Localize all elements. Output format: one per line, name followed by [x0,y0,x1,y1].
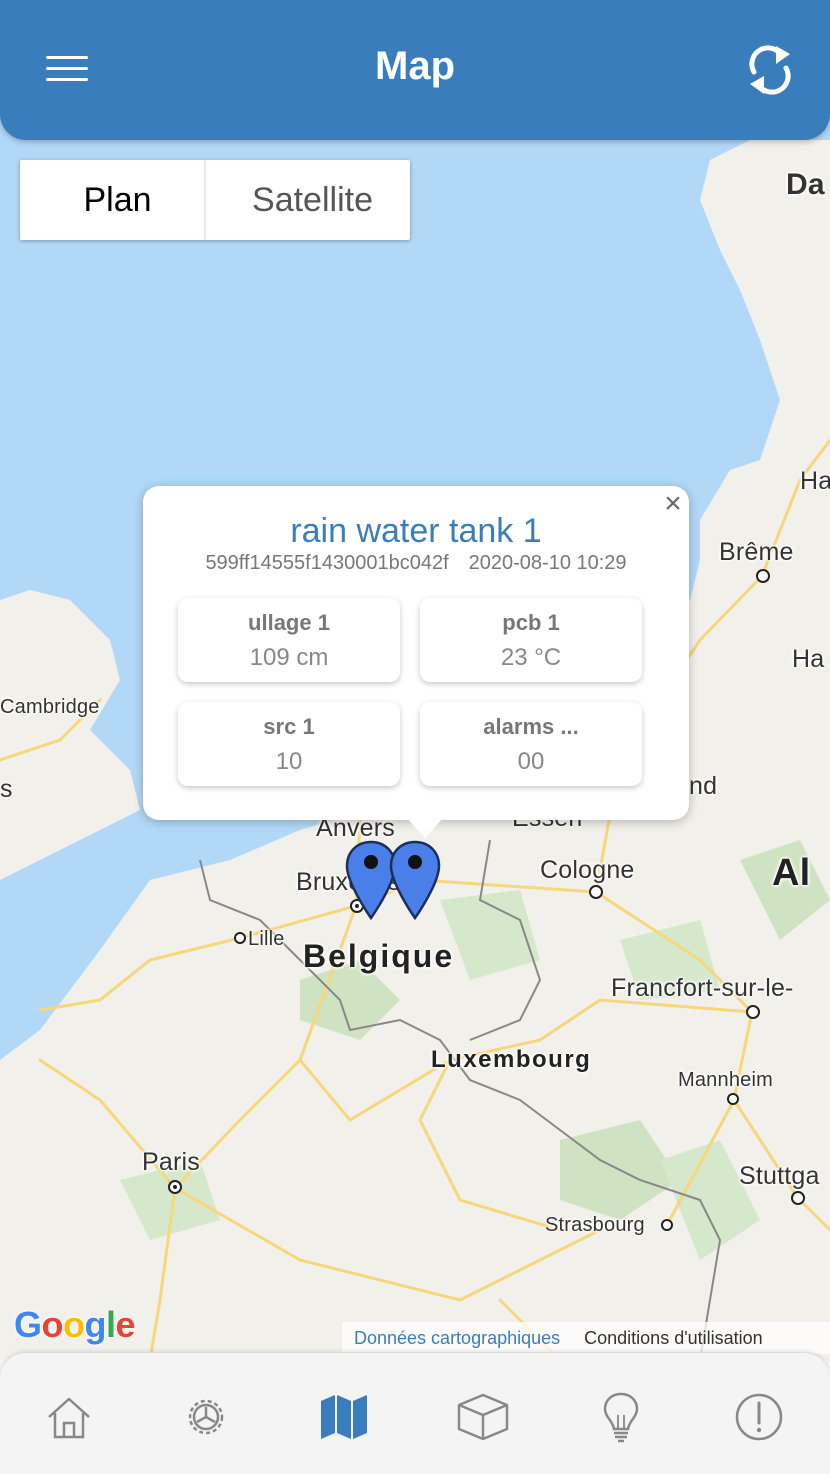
refresh-icon[interactable] [746,42,794,96]
device-meta: 599ff14555f1430001bc042f 2020-08-10 10:29 [143,552,689,575]
device-title[interactable]: rain water tank 1 [143,512,689,551]
city-dot-cologne [589,885,603,899]
reading-label: pcb 1 [502,610,560,635]
city-label-strasbourg: Strasbourg [545,1214,645,1236]
reading-card-pcb: pcb 1 23 °C [420,598,642,682]
terms-link[interactable]: Conditions d'utilisation [584,1328,763,1349]
city-dot-breme [756,569,770,583]
reading-label: alarms ... [483,714,579,739]
settings-gear-icon [188,1399,224,1435]
lightbulb-icon [603,1392,639,1443]
reading-value: 23 °C [500,644,562,671]
nav-devices-button[interactable] [453,1387,513,1447]
city-label-nd: nd [689,772,718,800]
city-label-paris: Paris [142,1148,200,1176]
country-label-luxembourg: Luxembourg [431,1046,592,1073]
home-icon [48,1397,90,1439]
map-type-plan-button[interactable]: Plan [20,160,215,240]
city-dot-mannheim [727,1093,739,1105]
info-window: × rain water tank 1 599ff14555f1430001bc… [143,486,689,838]
device-timestamp: 2020-08-10 10:29 [468,552,627,574]
reading-card-src: src 1 10 [178,702,400,786]
reading-label: src 1 [263,714,315,739]
city-label-francfort: Francfort-sur-le- [611,974,794,1002]
info-window-tail [405,816,445,838]
city-label-da: Da [786,168,825,201]
reading-value: 109 cm [249,644,329,671]
city-label-lille: Lille [248,928,285,950]
map-pin-icon[interactable] [389,840,441,922]
country-label-allemagne: Al [772,852,811,894]
bottom-navigation [0,1352,830,1474]
city-dot-strasbourg [661,1219,673,1231]
reading-label: ullage 1 [248,610,330,635]
map-type-divider [204,160,206,240]
cube-icon [457,1393,509,1441]
nav-map-button[interactable] [314,1387,374,1447]
city-label-breme: Brême [719,538,794,566]
city-label-mannheim: Mannheim [678,1069,773,1091]
map-data-link[interactable]: Données cartographiques [354,1328,560,1349]
alert-icon [735,1393,783,1441]
nav-home-button[interactable] [39,1387,99,1447]
google-logo: Google [14,1304,136,1345]
map-type-toggle: Plan Satellite [20,160,410,240]
map-icon [321,1395,367,1439]
reading-card-alarms: alarms ... 00 [420,702,642,786]
city-dot-stuttgart [791,1191,805,1205]
city-label-ha-1: Ha [800,467,830,495]
device-id: 599ff14555f1430001bc042f [205,552,449,574]
city-label-cambridge: Cambridge [0,696,100,718]
city-dot-paris [168,1180,182,1194]
map-attribution: Données cartographiques Conditions d'uti… [342,1322,830,1354]
city-label-s: s [0,775,13,803]
nav-alerts-button[interactable] [729,1387,789,1447]
reading-value: 00 [517,748,545,775]
reading-card-ullage: ullage 1 109 cm [178,598,400,682]
nav-tips-button[interactable] [591,1387,651,1447]
city-dot-francfort [746,1005,760,1019]
country-label-belgique: Belgique [303,938,455,974]
city-label-ha-2: Ha [792,645,825,673]
city-label-stuttgart: Stuttga [739,1162,820,1190]
nav-settings-button[interactable] [176,1387,236,1447]
page-title: Map [375,44,455,88]
app-header: Map [0,0,830,140]
map-type-satellite-button[interactable]: Satellite [215,160,410,240]
reading-value: 10 [275,748,303,775]
city-label-cologne: Cologne [540,856,635,884]
app-root: Brême Bruxelles Lille Anvers Cologne Fra… [0,0,830,1474]
city-dot-lille [234,932,246,944]
